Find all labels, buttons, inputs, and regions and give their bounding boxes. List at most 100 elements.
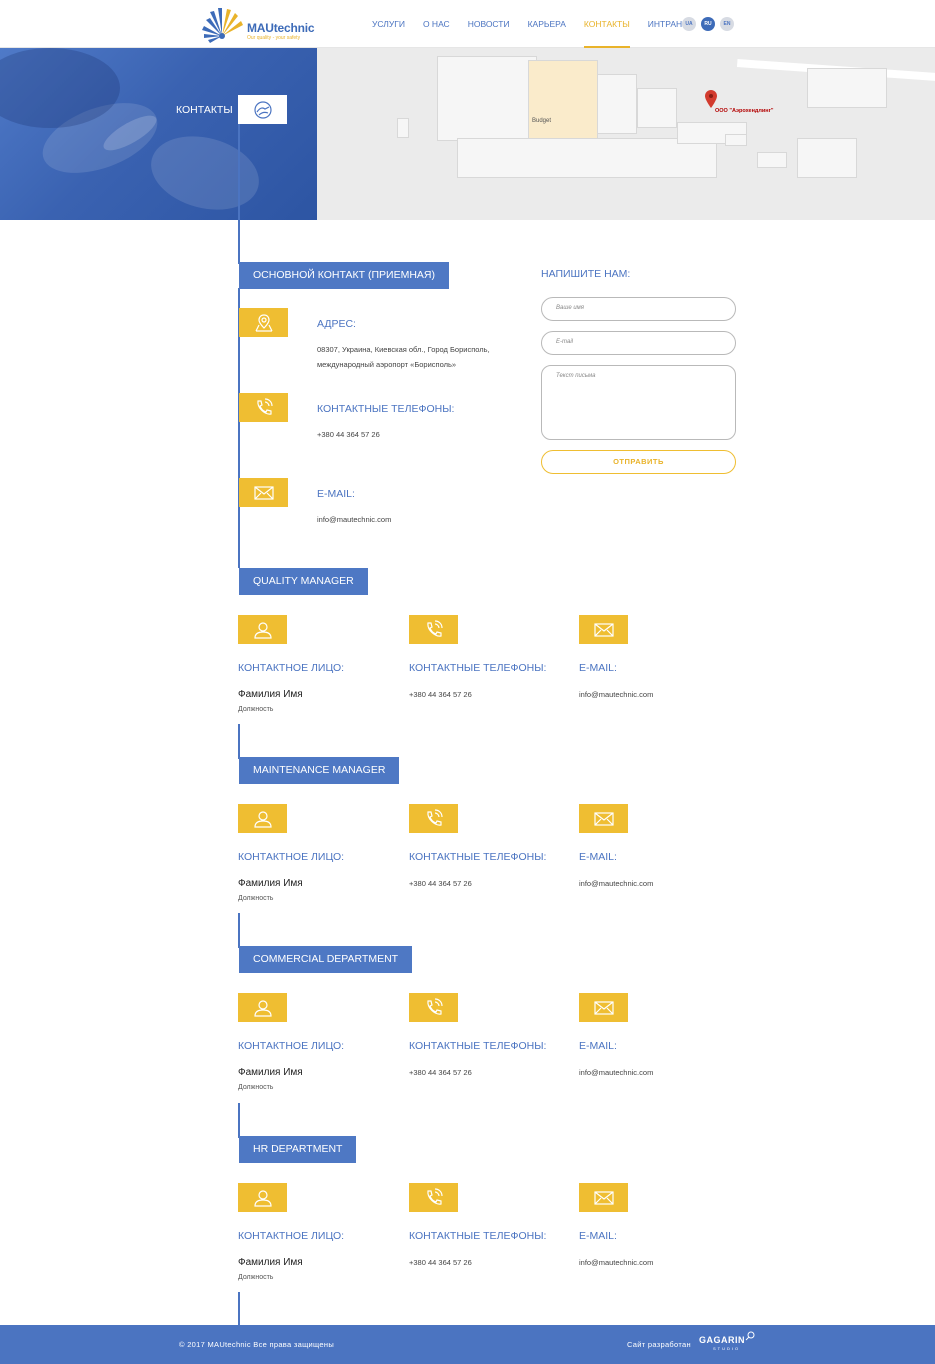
phone-icon bbox=[426, 997, 443, 1015]
email-title: E-MAIL: bbox=[579, 1040, 617, 1052]
phone-icon-box bbox=[409, 993, 458, 1022]
phone-icon-box bbox=[409, 615, 458, 644]
logo-name: MAUtechnic bbox=[247, 21, 315, 35]
nav-item-contacts[interactable]: КОНТАКТЫ bbox=[583, 0, 630, 48]
timeline-line bbox=[238, 124, 240, 264]
envelope-icon bbox=[253, 485, 274, 500]
timeline-line bbox=[238, 1103, 240, 1138]
map-marker-icon bbox=[705, 90, 717, 108]
section-label-department: HR DEPARTMENT bbox=[239, 1136, 357, 1163]
contact-person-title: КОНТАКТНОЕ ЛИЦО: bbox=[238, 662, 345, 674]
contact-email[interactable]: info@mautechnic.com bbox=[579, 876, 653, 891]
logo-tagline: Our quality - your safety bbox=[247, 35, 301, 41]
contact-person-title: КОНТАКТНОЕ ЛИЦО: bbox=[238, 1230, 345, 1242]
person-icon-box bbox=[238, 804, 287, 833]
contact-name: Фамилия Имя bbox=[238, 1257, 303, 1268]
email-title: E-MAIL: bbox=[579, 662, 617, 674]
contact-position: Должность bbox=[238, 706, 274, 713]
map-place-label: Budget bbox=[532, 118, 552, 124]
map-pin-label: ООО "Аэрохендлинг" bbox=[715, 108, 774, 114]
email-title: E-MAIL: bbox=[579, 1230, 617, 1242]
developer-logo[interactable]: GAGARIN bbox=[699, 1335, 745, 1345]
timeline-line bbox=[238, 724, 240, 759]
lang-ua[interactable]: UA bbox=[682, 17, 696, 31]
section-label-department: COMMERCIAL DEPARTMENT bbox=[239, 946, 413, 973]
contact-position: Должность bbox=[238, 1084, 274, 1091]
footer-developer-label: Сайт разработан bbox=[627, 1340, 691, 1349]
email-icon-box bbox=[579, 1183, 628, 1212]
phone-icon-box bbox=[239, 393, 288, 422]
person-icon-box bbox=[238, 615, 287, 644]
contact-person-title: КОНТАКТНОЕ ЛИЦО: bbox=[238, 851, 345, 863]
contact-phone[interactable]: +380 44 364 57 26 bbox=[409, 876, 472, 891]
phone-icon bbox=[426, 1187, 443, 1205]
contact-email[interactable]: info@mautechnic.com bbox=[579, 687, 653, 702]
language-switcher: UA RU EN bbox=[682, 17, 739, 31]
nav-item-career[interactable]: КАРЬЕРА bbox=[528, 0, 566, 48]
main-phone[interactable]: +380 44 364 57 26 bbox=[317, 427, 380, 442]
person-icon bbox=[253, 621, 272, 639]
contact-email[interactable]: info@mautechnic.com bbox=[579, 1065, 653, 1080]
site-header: MAUtechnic Our quality - your safety УСЛ… bbox=[0, 0, 935, 48]
nav-item-news[interactable]: НОВОСТИ bbox=[468, 0, 510, 48]
location-map[interactable]: Budget ООО "Аэрохендлинг" bbox=[317, 48, 935, 220]
contact-name: Фамилия Имя bbox=[238, 878, 303, 889]
phone-icon bbox=[426, 619, 443, 637]
contact-person-title: КОНТАКТНОЕ ЛИЦО: bbox=[238, 1040, 345, 1052]
developer-logo-icon bbox=[745, 1331, 755, 1341]
contact-name: Фамилия Имя bbox=[238, 689, 303, 700]
envelope-icon bbox=[593, 1000, 614, 1015]
email-icon-box bbox=[579, 615, 628, 644]
site-footer: © 2017 MAUtechnic Все права защищены Сай… bbox=[0, 1325, 935, 1364]
developer-logo-sub: STUDIO bbox=[713, 1346, 741, 1351]
phone-icon bbox=[256, 397, 273, 415]
nav-item-services[interactable]: УСЛУГИ bbox=[372, 0, 405, 48]
nav-item-about[interactable]: О НАС bbox=[423, 0, 450, 48]
hero-banner bbox=[0, 48, 317, 220]
contact-email[interactable]: info@mautechnic.com bbox=[579, 1255, 653, 1270]
person-icon-box bbox=[238, 1183, 287, 1212]
contact-position: Должность bbox=[238, 895, 274, 902]
section-label-department: QUALITY MANAGER bbox=[239, 568, 368, 595]
person-icon bbox=[253, 999, 272, 1017]
phones-title: КОНТАКТНЫЕ ТЕЛЕФОНЫ: bbox=[409, 1040, 547, 1052]
logo-sun-icon bbox=[202, 8, 243, 43]
phones-title: КОНТАКТНЫЕ ТЕЛЕФОНЫ: bbox=[409, 662, 547, 674]
lang-ru[interactable]: RU bbox=[701, 17, 715, 31]
email-input[interactable]: E-mail bbox=[541, 331, 736, 355]
timeline-line bbox=[238, 913, 240, 948]
email-icon-box bbox=[239, 478, 288, 507]
message-textarea[interactable]: Текст письма bbox=[541, 365, 736, 440]
address-line-2: международный аэропорт «Борисполь» bbox=[317, 360, 457, 369]
footer-copyright: © 2017 MAUtechnic Все права защищены bbox=[179, 1340, 335, 1349]
person-icon bbox=[253, 810, 272, 828]
contact-phone[interactable]: +380 44 364 57 26 bbox=[409, 1255, 472, 1270]
main-nav: УСЛУГИ О НАС НОВОСТИ КАРЬЕРА КОНТАКТЫ ИН… bbox=[372, 0, 711, 48]
phone-icon-box bbox=[409, 1183, 458, 1212]
contact-phone[interactable]: +380 44 364 57 26 bbox=[409, 1065, 472, 1080]
phones-title: КОНТАКТНЫЕ ТЕЛЕФОНЫ: bbox=[409, 1230, 547, 1242]
send-button[interactable]: ОТПРАВИТЬ bbox=[541, 450, 736, 474]
phones-title: КОНТАКТНЫЕ ТЕЛЕФОНЫ: bbox=[317, 403, 455, 415]
logo[interactable]: MAUtechnic Our quality - your safety bbox=[200, 6, 315, 44]
main-email[interactable]: info@mautechnic.com bbox=[317, 512, 391, 527]
address-line-1: 08307, Украина, Киевская обл., Город Бор… bbox=[317, 345, 490, 354]
person-icon-box bbox=[238, 993, 287, 1022]
email-icon-box bbox=[579, 993, 628, 1022]
phone-icon-box bbox=[409, 804, 458, 833]
hero-badge bbox=[238, 95, 287, 124]
envelope-icon bbox=[593, 811, 614, 826]
contact-phone[interactable]: +380 44 364 57 26 bbox=[409, 687, 472, 702]
form-title: НАПИШИТЕ НАМ: bbox=[541, 268, 631, 280]
section-label-department: MAINTENANCE MANAGER bbox=[239, 757, 400, 784]
address-icon-box bbox=[239, 308, 288, 337]
name-input[interactable]: Ваше имя bbox=[541, 297, 736, 321]
person-icon bbox=[253, 1189, 272, 1207]
contact-position: Должность bbox=[238, 1274, 274, 1281]
contact-name: Фамилия Имя bbox=[238, 1067, 303, 1078]
lang-en[interactable]: EN bbox=[720, 17, 734, 31]
envelope-icon bbox=[593, 1190, 614, 1205]
map-location-icon bbox=[254, 313, 273, 332]
envelope-icon bbox=[593, 622, 614, 637]
contact-hand-icon bbox=[253, 100, 272, 119]
